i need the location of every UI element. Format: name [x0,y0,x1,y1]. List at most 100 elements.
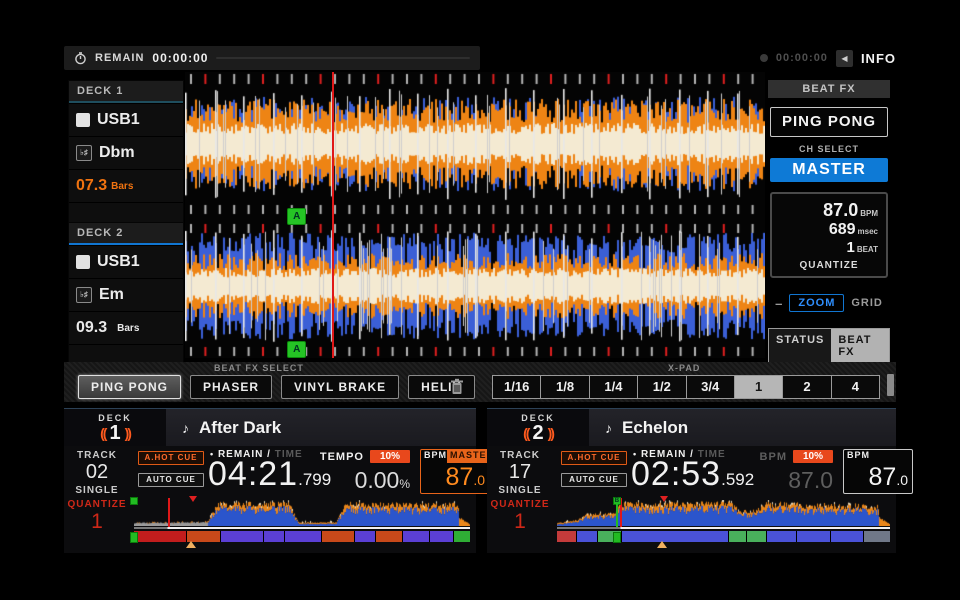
deck2-quantize-value: 1 [487,510,553,534]
deck2-source-row: USB1 [69,245,183,278]
deck2-number-cell: DECK ((2)) [487,409,589,446]
deck1-bars-value: 07.3 [76,177,107,195]
status-toggle[interactable]: STATUS BEAT FX [768,328,890,364]
fx-button-ping-pong[interactable]: PING PONG [78,375,181,399]
deck2-box-title: DECK 2 [69,223,183,243]
deck2-info-row: TRACK 17 SINGLE A.HOT CUE AUTO CUE • REM… [487,446,896,498]
phrase-segment [376,531,402,542]
phrase-segment [264,531,284,542]
strip-scrollbar[interactable] [887,374,894,396]
left-paren-icon: (( [100,426,105,440]
phrase-cue-marker [613,532,621,543]
deck2-overview-waveform[interactable] [557,500,890,526]
remain-value: 00:00:00 [152,51,208,65]
phrase-segment [864,531,890,542]
top-right-bar: 00:00:00 ◀ INFO [745,46,896,70]
fx-beat-value: 1 [846,239,854,256]
grid-button[interactable]: GRID [851,297,883,309]
phrase-position-triangle-icon [186,530,196,548]
deck1-key: Dbm [99,144,135,162]
deck1-source: USB1 [97,111,140,129]
ch-select-label: CH SELECT [768,144,890,154]
deck1-number: 1 [109,423,120,443]
cue-point-marker [130,497,138,505]
deck2-tempo-range-badge: 10% [793,450,833,463]
deck1-player-header: DECK ((1)) ♪ After Dark [64,409,476,446]
deck1-quantize-label: QUANTIZE [64,499,130,510]
zoom-grid-row: – ZOOM GRID [768,294,890,312]
key-icon: ♭♯ [76,287,92,303]
x-pad-cell-1-16[interactable]: 1/16 [492,375,541,399]
deck1-bpm-label: BPM [421,450,447,463]
deck1-source-row: USB1 [69,103,183,136]
deck2-quantize-label: QUANTIZE [487,499,553,510]
music-note-icon: ♪ [182,420,189,436]
player-deck2: DECK ((2)) ♪ Echelon TRACK 17 SINGLE A.H… [487,408,896,553]
x-pad-cell-4[interactable]: 4 [832,375,880,399]
x-pad-cell-1[interactable]: 1 [735,375,783,399]
x-pad-cell-1-2[interactable]: 1/2 [638,375,686,399]
fx-beat-unit: BEAT [857,245,878,254]
deck1-tempo-label: TEMPO [300,451,364,463]
x-pad-cell-1-8[interactable]: 1/8 [541,375,589,399]
cue-a-marker-deck2: A [287,341,306,358]
info-button[interactable]: INFO [861,51,896,66]
zoom-button[interactable]: ZOOM [789,294,844,312]
remain-label: REMAIN [95,52,144,64]
deck1-progress-line [134,527,470,529]
channel-select-button[interactable]: MASTER [770,158,888,182]
phrase-segment [454,531,470,542]
deck2-bars-row: 09.3 Bars [69,311,183,344]
deck1-overview-waveform[interactable] [134,500,470,526]
phrase-segment [577,531,596,542]
deck2-track-title: Echelon [622,418,688,438]
fx-button-helix[interactable]: HELIX [408,375,474,399]
phrase-segment [285,531,321,542]
deck1-bars-row: 07.3 Bars [69,169,183,202]
deck2-player-header: DECK ((2)) ♪ Echelon [487,409,896,446]
fx-button-phaser[interactable]: PHASER [190,375,272,399]
usb-icon [76,113,90,127]
deck2-bpm-left-value: 87.0 [713,468,833,493]
deck2-source: USB1 [97,253,140,271]
phrase-segment [797,531,829,542]
deck2-key: Em [99,286,124,304]
deck1-track-title: After Dark [199,418,281,438]
dual-waveform-display[interactable] [185,72,765,358]
selected-fx-display[interactable]: PING PONG [770,107,888,137]
cue-a-marker-deck1: A [287,208,306,225]
deck1-number-cell: DECK ((1)) [64,409,166,446]
deck1-tempo-value: 0.00% [290,468,410,493]
deck1-tempo-range-badge: 10% [370,450,410,463]
fx-quantize-label: QUANTIZE [780,260,878,271]
deck2-number: 2 [532,423,543,443]
status-beatfx-value[interactable]: BEAT FX [831,329,889,363]
fx-bpm-unit: BPM [860,209,878,218]
deck2-play-mode: SINGLE [487,485,553,496]
right-paren-icon: )) [125,426,130,440]
x-pad-cell-2[interactable]: 2 [783,375,831,399]
x-pad-cell-1-4[interactable]: 1/4 [590,375,638,399]
deck2-overview-wrap: B [557,500,890,526]
phrase-segment [403,531,429,542]
secondary-time: 00:00:00 [776,52,828,64]
x-pad-cell-3-4[interactable]: 3/4 [687,375,735,399]
left-paren-icon: (( [523,426,528,440]
status-label[interactable]: STATUS [769,329,831,363]
phrase-segment [355,531,375,542]
deck1-title-cell: ♪ After Dark [166,409,476,446]
main-waveform-zone[interactable]: A A [185,72,765,358]
deck2-key-row: ♭♯ Em [69,278,183,311]
phrase-segment [134,531,186,542]
phrase-segment [322,531,355,542]
fx-button-vinyl-brake[interactable]: VINYL BRAKE [281,375,399,399]
beat-fx-select-label: BEAT FX SELECT [214,363,304,373]
deck1-key-row: ♭♯ Dbm [69,136,183,169]
deck1-auto-cue-indicator: AUTO CUE [138,473,204,487]
zoom-minus-button[interactable]: – [775,296,782,311]
cue-point-line [616,504,618,528]
current-position-triangle-icon [189,496,197,502]
trash-icon[interactable] [450,378,464,395]
info-back-icon[interactable]: ◀ [836,50,853,67]
deck2-progress-line [557,527,890,529]
